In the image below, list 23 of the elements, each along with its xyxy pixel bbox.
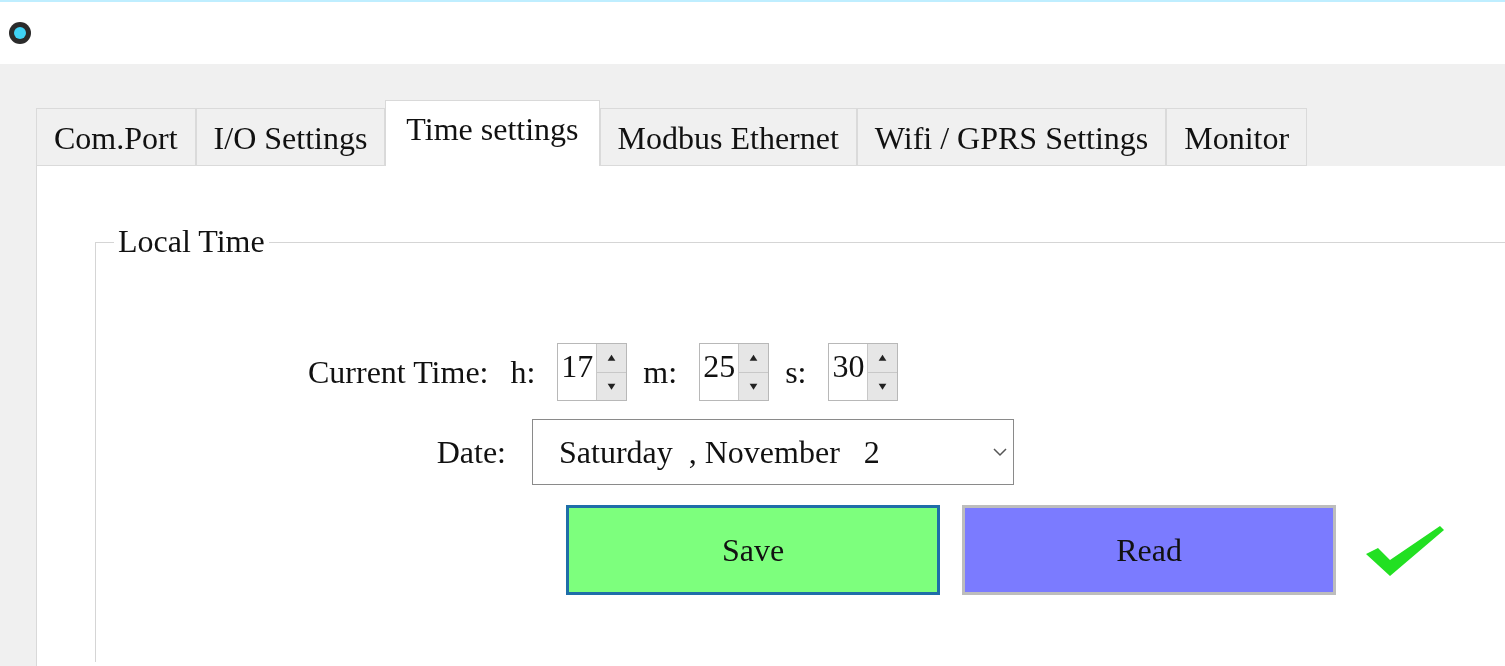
current-time-label: Current Time: <box>308 353 489 392</box>
app-icon <box>8 21 32 45</box>
spinner-label: m: <box>643 353 678 392</box>
tab[interactable]: Com.Port <box>36 108 196 166</box>
chevron-down-icon[interactable] <box>993 447 1007 457</box>
tab[interactable]: Time settings <box>385 100 600 166</box>
spinner-value: 30 <box>831 347 866 386</box>
number-spinner[interactable]: 17 <box>557 343 628 401</box>
tab[interactable]: Modbus Ethernet <box>599 108 857 166</box>
date-picker[interactable]: Saturday , November 2 <box>532 419 1014 485</box>
spinner-label: h: <box>510 353 536 392</box>
number-spinner[interactable]: 25 <box>699 343 770 401</box>
number-spinner[interactable]: 30 <box>828 343 899 401</box>
action-button[interactable]: Save <box>566 505 940 595</box>
date-value: Saturday , November 2 <box>559 433 881 472</box>
spinner-value: 17 <box>560 347 595 386</box>
tab[interactable]: I/O Settings <box>195 108 386 166</box>
date-label: Date: <box>435 433 507 472</box>
action-button[interactable]: Read <box>962 505 1336 595</box>
spinner-label: s: <box>785 353 807 392</box>
tab[interactable]: Monitor <box>1166 108 1308 166</box>
spinner-value: 25 <box>702 347 737 386</box>
tab[interactable]: Wifi / GPRS Settings <box>856 108 1167 166</box>
